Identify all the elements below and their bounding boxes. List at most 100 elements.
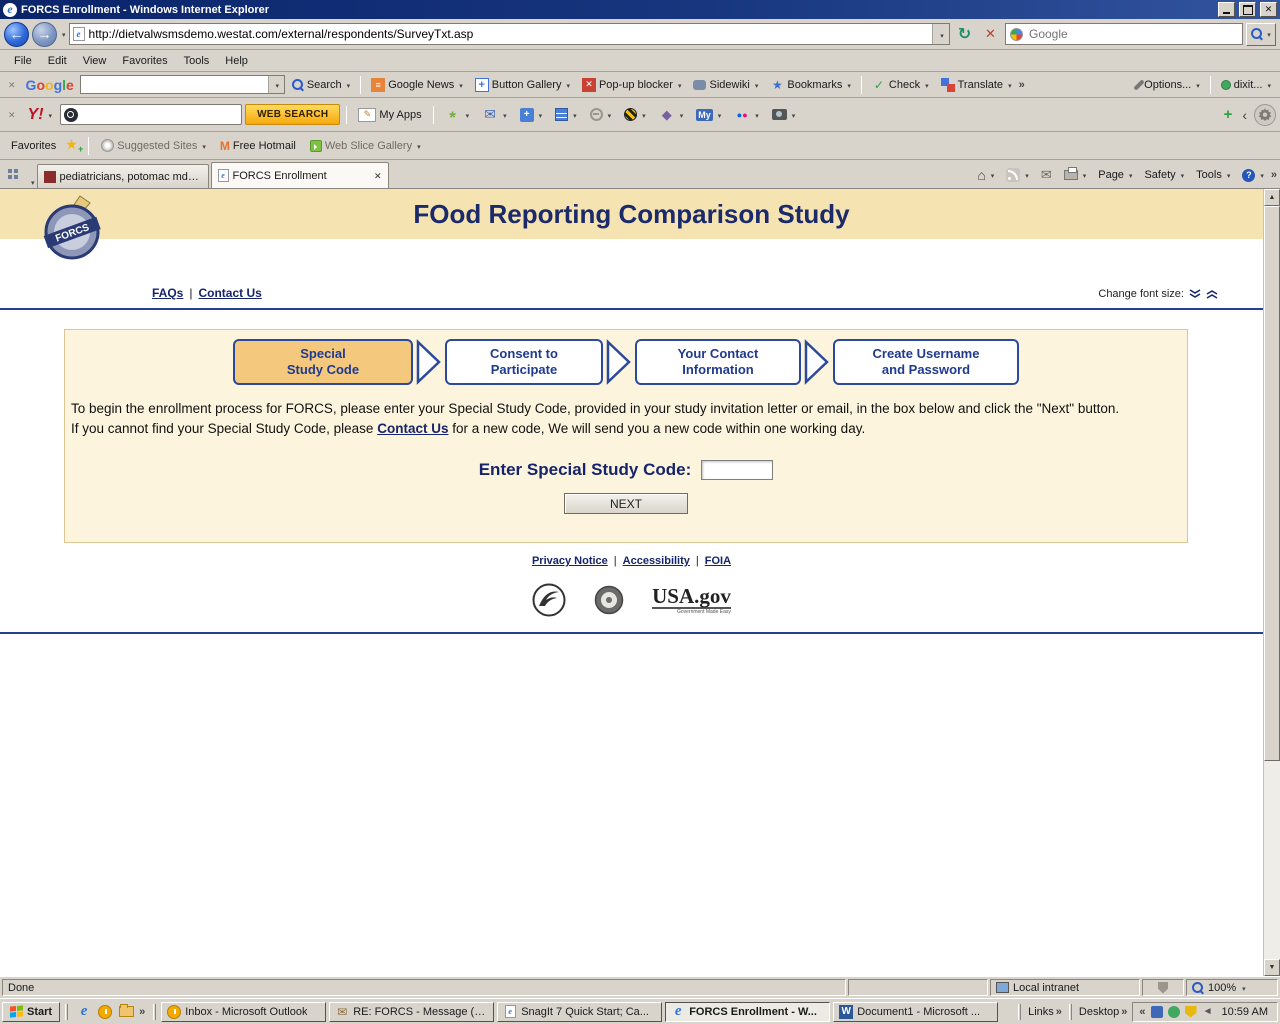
free-hotmail-button[interactable]: Free Hotmail bbox=[215, 137, 301, 155]
desktop-toolbar[interactable]: Desktop » bbox=[1077, 1006, 1129, 1018]
tab-forcs-enrollment[interactable]: FORCS Enrollment bbox=[211, 162, 389, 188]
quick-tabs-button[interactable] bbox=[3, 165, 27, 187]
taskbar-button-message[interactable]: RE: FORCS - Message (H... bbox=[329, 1002, 494, 1022]
font-smaller-icon[interactable] bbox=[1189, 289, 1201, 299]
web-slice-gallery-button[interactable]: Web Slice Gallery bbox=[305, 138, 426, 154]
tab-list-dropdown[interactable] bbox=[31, 176, 35, 188]
suggested-sites-button[interactable]: Suggested Sites bbox=[96, 137, 211, 154]
stop-button[interactable] bbox=[979, 23, 1002, 46]
spellcheck-button[interactable]: Check bbox=[867, 76, 934, 94]
help-button[interactable] bbox=[1237, 167, 1269, 184]
address-field[interactable]: http://dietvalwsmsdemo.westat.com/extern… bbox=[69, 23, 950, 45]
contact-us-inline-link[interactable]: Contact Us bbox=[377, 421, 448, 436]
add-favorite-star-icon[interactable] bbox=[65, 139, 81, 153]
special-study-code-input[interactable] bbox=[701, 460, 773, 480]
volume-tray-icon[interactable] bbox=[1202, 1006, 1214, 1018]
web-search-button[interactable]: WEB SEARCH bbox=[245, 104, 340, 125]
page-menu-button[interactable]: Page bbox=[1093, 167, 1137, 183]
calendar-button[interactable] bbox=[550, 106, 582, 123]
popup-blocker-button[interactable]: Pop-up blocker bbox=[577, 76, 687, 94]
home-button[interactable] bbox=[972, 165, 999, 185]
scrollbar-thumb[interactable] bbox=[1264, 206, 1280, 761]
bookmarks-button[interactable]: Bookmarks bbox=[765, 76, 856, 94]
next-button[interactable]: NEXT bbox=[564, 493, 688, 514]
foia-link[interactable]: FOIA bbox=[705, 555, 731, 567]
forward-button[interactable] bbox=[32, 22, 57, 47]
faqs-link[interactable]: FAQs bbox=[152, 286, 183, 300]
recent-pages-dropdown[interactable] bbox=[62, 28, 66, 40]
buzz-button[interactable] bbox=[619, 106, 651, 123]
button-gallery-button[interactable]: Button Gallery bbox=[470, 76, 575, 94]
menu-edit[interactable]: Edit bbox=[40, 52, 75, 70]
address-dropdown-button[interactable] bbox=[932, 24, 949, 44]
page-scrollbar[interactable]: ▲ ▼ bbox=[1263, 189, 1280, 976]
refresh-button[interactable] bbox=[953, 23, 976, 46]
read-mail-button[interactable] bbox=[1036, 165, 1057, 185]
menu-favorites[interactable]: Favorites bbox=[114, 52, 175, 70]
yahoo-logo-button[interactable]: Y! bbox=[23, 104, 58, 126]
links-toolbar[interactable]: Links » bbox=[1026, 1006, 1064, 1018]
close-button[interactable] bbox=[1260, 2, 1277, 17]
collapse-toolbar-button[interactable]: ‹ bbox=[1239, 107, 1250, 123]
translate-button[interactable]: Translate bbox=[936, 76, 1017, 94]
print-button[interactable] bbox=[1059, 167, 1092, 183]
contact-us-link[interactable]: Contact Us bbox=[198, 286, 261, 300]
search-input[interactable] bbox=[1027, 26, 1238, 42]
scroll-up-arrow[interactable]: ▲ bbox=[1264, 189, 1280, 206]
quick-launch-folder-icon[interactable] bbox=[118, 1004, 134, 1020]
google-search-field[interactable] bbox=[80, 75, 285, 94]
yahoo-apps-button[interactable] bbox=[440, 105, 475, 125]
close-toolbar-button[interactable] bbox=[4, 79, 20, 91]
yahoo-search-field[interactable] bbox=[60, 104, 242, 125]
taskbar-button-outlook[interactable]: Inbox - Microsoft Outlook bbox=[161, 1002, 326, 1022]
my-apps-button[interactable]: My Apps bbox=[353, 106, 426, 124]
add-app-button[interactable]: + bbox=[1221, 106, 1236, 123]
commandbar-overflow-chevron[interactable]: » bbox=[1271, 169, 1277, 181]
my-yahoo-button[interactable]: My bbox=[691, 107, 726, 123]
search-go-button[interactable] bbox=[1246, 23, 1276, 46]
menu-tools[interactable]: Tools bbox=[176, 52, 218, 70]
start-button[interactable]: Start bbox=[2, 1002, 60, 1022]
sidewiki-button[interactable]: Sidewiki bbox=[688, 77, 763, 93]
quick-launch-overflow-chevron[interactable]: » bbox=[139, 1006, 145, 1018]
back-button[interactable] bbox=[4, 22, 29, 47]
network-tray-icon[interactable] bbox=[1151, 1006, 1163, 1018]
google-account-button[interactable]: dixit... bbox=[1216, 77, 1276, 93]
favorites-button[interactable]: Favorites bbox=[6, 138, 61, 154]
tray-collapse-chevron[interactable]: « bbox=[1139, 1006, 1145, 1018]
font-larger-icon[interactable] bbox=[1206, 289, 1218, 299]
privacy-notice-link[interactable]: Privacy Notice bbox=[532, 555, 608, 567]
yahoo-search-input[interactable] bbox=[81, 108, 238, 122]
flickr-button[interactable] bbox=[729, 105, 764, 125]
safety-menu-button[interactable]: Safety bbox=[1139, 167, 1189, 183]
usa-gov-logo[interactable]: USA.gov Government Made Easy bbox=[652, 585, 731, 615]
window-titlebar[interactable]: FORCS Enrollment - Windows Internet Expl… bbox=[0, 0, 1280, 19]
taskbar-button-word[interactable]: Document1 - Microsoft ... bbox=[833, 1002, 998, 1022]
menu-help[interactable]: Help bbox=[217, 52, 256, 70]
taskbar-button-forcs[interactable]: FORCS Enrollment - W... bbox=[665, 1002, 830, 1022]
taskbar-button-snagit[interactable]: SnagIt 7 Quick Start; Ca... bbox=[497, 1002, 662, 1022]
close-tab-button[interactable] bbox=[374, 170, 382, 182]
google-options-button[interactable]: Options... bbox=[1132, 77, 1205, 93]
toolbar-grip[interactable] bbox=[1069, 1004, 1072, 1020]
menu-view[interactable]: View bbox=[75, 52, 115, 70]
search-box[interactable] bbox=[1005, 23, 1243, 45]
protected-mode-indicator[interactable] bbox=[1142, 979, 1184, 996]
messenger-status-button[interactable] bbox=[585, 106, 617, 123]
settings-button[interactable] bbox=[1254, 104, 1276, 126]
url-text[interactable]: http://dietvalwsmsdemo.westat.com/extern… bbox=[89, 27, 928, 41]
zoom-control[interactable]: 100% bbox=[1186, 979, 1278, 996]
accessibility-link[interactable]: Accessibility bbox=[623, 555, 690, 567]
security-zone[interactable]: Local intranet bbox=[990, 979, 1140, 996]
google-search-button[interactable]: Search bbox=[287, 77, 355, 93]
google-news-button[interactable]: Google News bbox=[366, 76, 468, 94]
clock[interactable]: 10:59 AM bbox=[1219, 1006, 1271, 1018]
add-contact-button[interactable] bbox=[515, 106, 548, 124]
feeds-button[interactable] bbox=[1001, 166, 1034, 184]
toolbar-grip[interactable] bbox=[153, 1004, 156, 1020]
quick-launch-outlook-icon[interactable] bbox=[97, 1004, 113, 1020]
quick-launch-ie-icon[interactable] bbox=[76, 1004, 92, 1020]
answers-button[interactable] bbox=[654, 105, 689, 125]
google-search-input[interactable] bbox=[81, 76, 268, 93]
google-search-dropdown[interactable] bbox=[268, 76, 284, 93]
